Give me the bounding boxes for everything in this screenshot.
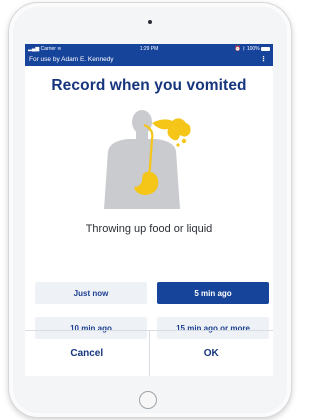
head-shape — [132, 110, 152, 134]
front-camera — [148, 20, 152, 24]
user-label: For use by Adam E. Kennedy — [29, 56, 114, 63]
app-screen: ▂▄▆ Carrier ≋ 1:29 PM ⏰ ᛒ 100% For use b… — [25, 44, 273, 376]
battery-icon — [261, 46, 270, 51]
page-title: Record when you vomited — [51, 77, 247, 94]
more-vertical-icon[interactable]: ⋮ — [260, 55, 267, 63]
bluetooth-icon: ᛒ — [242, 46, 246, 52]
vomit-drop — [176, 143, 180, 147]
app-nav-bar: For use by Adam E. Kennedy ⋮ — [25, 54, 273, 66]
vomit-drop — [181, 138, 187, 144]
cancel-button[interactable]: Cancel — [25, 331, 149, 376]
torso-shape — [104, 139, 180, 209]
option-5-min-ago[interactable]: 5 min ago — [157, 282, 269, 304]
home-button[interactable] — [139, 391, 157, 409]
status-right: ⏰ ᛒ 100% — [235, 46, 270, 52]
footer-actions: Cancel OK — [25, 330, 273, 376]
prompt-text: Throwing up food or liquid — [85, 223, 213, 235]
battery-percent: 100% — [246, 46, 260, 52]
ok-button[interactable]: OK — [150, 331, 274, 376]
alarm-icon: ⏰ — [234, 46, 242, 52]
option-just-now[interactable]: Just now — [35, 282, 147, 304]
vomit-splash — [152, 118, 191, 141]
status-bar: ▂▄▆ Carrier ≋ 1:29 PM ⏰ ᛒ 100% — [25, 44, 273, 54]
torso-vomiting-illustration — [104, 110, 191, 209]
